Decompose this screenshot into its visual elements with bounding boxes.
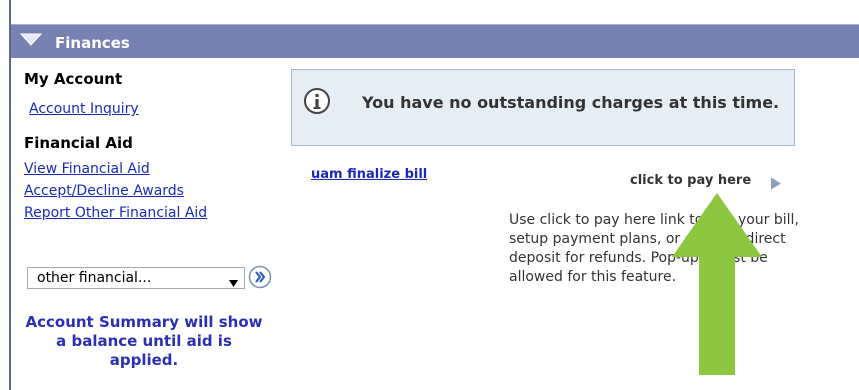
play-arrow-icon[interactable] bbox=[770, 175, 782, 194]
arrow-up-icon bbox=[672, 193, 762, 379]
chevron-down-icon[interactable] bbox=[19, 31, 43, 50]
report-other-financial-aid-link[interactable]: Report Other Financial Aid bbox=[24, 205, 207, 221]
account-summary-note: Account Summary will show a balance unti… bbox=[25, 313, 263, 369]
financial-aid-heading: Financial Aid bbox=[24, 134, 133, 152]
select-value: other financial... bbox=[37, 270, 152, 286]
click-to-pay-link[interactable]: click to pay here bbox=[630, 173, 751, 188]
account-inquiry-link[interactable]: Account Inquiry bbox=[29, 101, 139, 117]
info-icon bbox=[303, 87, 331, 119]
view-financial-aid-link[interactable]: View Financial Aid bbox=[24, 161, 150, 177]
uam-finalize-bill-link[interactable]: uam finalize bill bbox=[311, 167, 427, 182]
pay-description: Use click to pay here link to pay your b… bbox=[509, 212, 799, 285]
other-financial-select[interactable]: other financial... bbox=[27, 267, 245, 289]
accept-decline-awards-link[interactable]: Accept/Decline Awards bbox=[24, 183, 184, 199]
go-button[interactable] bbox=[248, 265, 272, 293]
left-border bbox=[9, 0, 11, 390]
info-message: You have no outstanding charges at this … bbox=[362, 93, 780, 112]
dropdown-arrow-icon bbox=[229, 275, 238, 291]
my-account-heading: My Account bbox=[24, 70, 123, 88]
double-chevron-right-icon bbox=[248, 265, 272, 289]
finances-header: Finances bbox=[11, 24, 859, 58]
info-message-box: You have no outstanding charges at this … bbox=[291, 69, 795, 146]
page-title: Finances bbox=[55, 34, 130, 52]
